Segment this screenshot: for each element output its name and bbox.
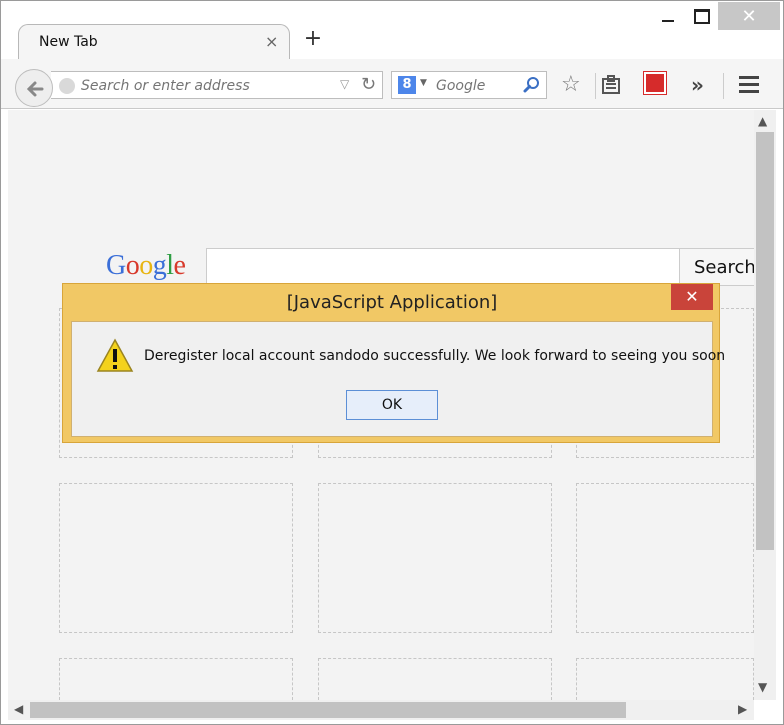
vertical-scroll-thumb[interactable]: [756, 132, 774, 550]
hamburger-menu-icon[interactable]: [739, 76, 759, 97]
dialog-message: Deregister local account sandodo success…: [144, 348, 726, 364]
maximize-button[interactable]: [688, 2, 716, 30]
logo-letter: l: [166, 250, 174, 281]
thumbnail-tile[interactable]: [576, 483, 754, 633]
address-bar[interactable]: ▽ ↻: [51, 71, 383, 99]
toolbar-separator: [723, 73, 724, 99]
dialog-body: Deregister local account sandodo success…: [71, 321, 725, 437]
tab-new-tab[interactable]: New Tab ×: [18, 24, 290, 60]
scroll-up-icon[interactable]: ▲: [758, 114, 767, 128]
address-input[interactable]: [79, 76, 329, 96]
thumbnail-tile[interactable]: [59, 483, 293, 633]
dialog-close-button[interactable]: ✕: [671, 284, 713, 310]
new-tab-button[interactable]: +: [302, 28, 324, 50]
back-button[interactable]: [15, 69, 53, 107]
google-search-button[interactable]: Search: [679, 248, 756, 286]
engine-dropdown-icon[interactable]: ▼: [420, 78, 427, 88]
ok-button[interactable]: OK: [346, 390, 438, 420]
minimize-icon: [662, 20, 674, 22]
reload-icon[interactable]: ↻: [361, 74, 376, 95]
close-window-button[interactable]: ✕: [718, 2, 780, 30]
google-search-input[interactable]: [206, 248, 680, 286]
thumbnail-tile[interactable]: [59, 658, 293, 700]
navigation-toolbar: ▽ ↻ 8 ▼ ☆ »: [1, 59, 783, 109]
tab-title: New Tab: [39, 34, 98, 50]
globe-icon: [59, 78, 75, 94]
logo-letter: o: [139, 250, 153, 281]
thumbnail-tile[interactable]: [576, 658, 754, 700]
alert-dialog: [JavaScript Application] ✕ Deregister lo…: [62, 283, 725, 443]
scroll-left-icon[interactable]: ◀: [14, 702, 23, 716]
bookmarks-menu-icon[interactable]: [601, 75, 621, 95]
logo-letter: e: [173, 250, 186, 281]
thumbnail-tile[interactable]: [318, 483, 552, 633]
addon-icon[interactable]: [643, 71, 667, 95]
scroll-down-icon[interactable]: ▼: [758, 680, 767, 694]
thumbnail-tile[interactable]: [318, 658, 552, 700]
toolbar-separator: [595, 73, 596, 99]
bookmark-star-icon[interactable]: ☆: [561, 72, 581, 97]
maximize-icon: [694, 8, 710, 24]
search-icon[interactable]: [522, 75, 542, 95]
overflow-icon[interactable]: »: [691, 73, 704, 97]
history-dropdown-icon[interactable]: ▽: [340, 77, 349, 91]
tab-close-icon[interactable]: ×: [265, 32, 278, 51]
dialog-title: [JavaScript Application]: [286, 292, 498, 313]
scroll-right-icon[interactable]: ▶: [738, 702, 747, 716]
search-bar[interactable]: 8 ▼: [391, 71, 547, 99]
logo-letter: G: [106, 250, 126, 281]
back-arrow-icon: [26, 81, 44, 97]
warning-icon: [96, 338, 134, 372]
google-logo: Google: [106, 250, 186, 282]
logo-letter: o: [125, 250, 140, 281]
google-engine-icon[interactable]: 8: [398, 76, 416, 94]
logo-letter: g: [152, 250, 167, 281]
minimize-button[interactable]: [648, 2, 688, 30]
horizontal-scroll-thumb[interactable]: [30, 702, 626, 718]
search-input[interactable]: [434, 76, 518, 96]
